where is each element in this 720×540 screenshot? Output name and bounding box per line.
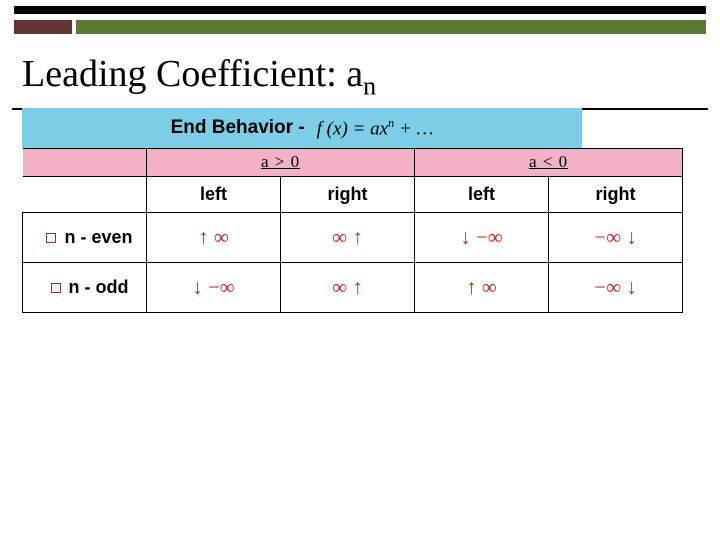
col-header-a-positive: a > 0 [147,148,415,176]
col-header-right-1: right [281,176,415,212]
cell-odd-pos-left: ↓ −∞ [147,262,281,312]
col-header-a-negative: a < 0 [415,148,683,176]
table-header-leftright-row: left right left right [23,176,683,212]
col-header-right-2: right [549,176,683,212]
end-behavior-header: End Behavior - f (x) = axn + … [22,108,582,148]
end-behavior-formula: f (x) = axn + … [317,116,434,140]
table-row-even: n - even ↑ ∞ ∞ ↑ ↓ −∞ −∞ ↓ [23,212,683,262]
cell-even-pos-right: ∞ ↑ [281,212,415,262]
slide-title: Leading Coefficient: an [0,44,720,106]
col-header-left-1: left [147,176,281,212]
bullet-icon [46,233,56,243]
title-subscript: n [363,72,376,101]
cell-odd-neg-right: −∞ ↓ [549,262,683,312]
end-behavior-table: a > 0 a < 0 left right left right n - ev… [22,148,698,313]
table-row-odd: n - odd ↓ −∞ ∞ ↑ ↑ ∞ −∞ ↓ [23,262,683,312]
table-header-sign-row: a > 0 a < 0 [23,148,683,176]
row-header-even: n - even [23,212,147,262]
end-behavior-label: End Behavior - [171,117,305,139]
cell-even-neg-right: −∞ ↓ [549,212,683,262]
table-corner-blank-2 [23,176,147,212]
title-text: Leading Coefficient: a [22,53,363,95]
col-header-left-2: left [415,176,549,212]
cell-even-neg-left: ↓ −∞ [415,212,549,262]
cell-even-pos-left: ↑ ∞ [147,212,281,262]
table-corner-blank [23,148,147,176]
cell-odd-pos-right: ∞ ↑ [281,262,415,312]
cell-odd-neg-left: ↑ ∞ [415,262,549,312]
decorative-header-bars [0,0,720,44]
row-header-odd: n - odd [23,262,147,312]
bullet-icon [51,283,61,293]
